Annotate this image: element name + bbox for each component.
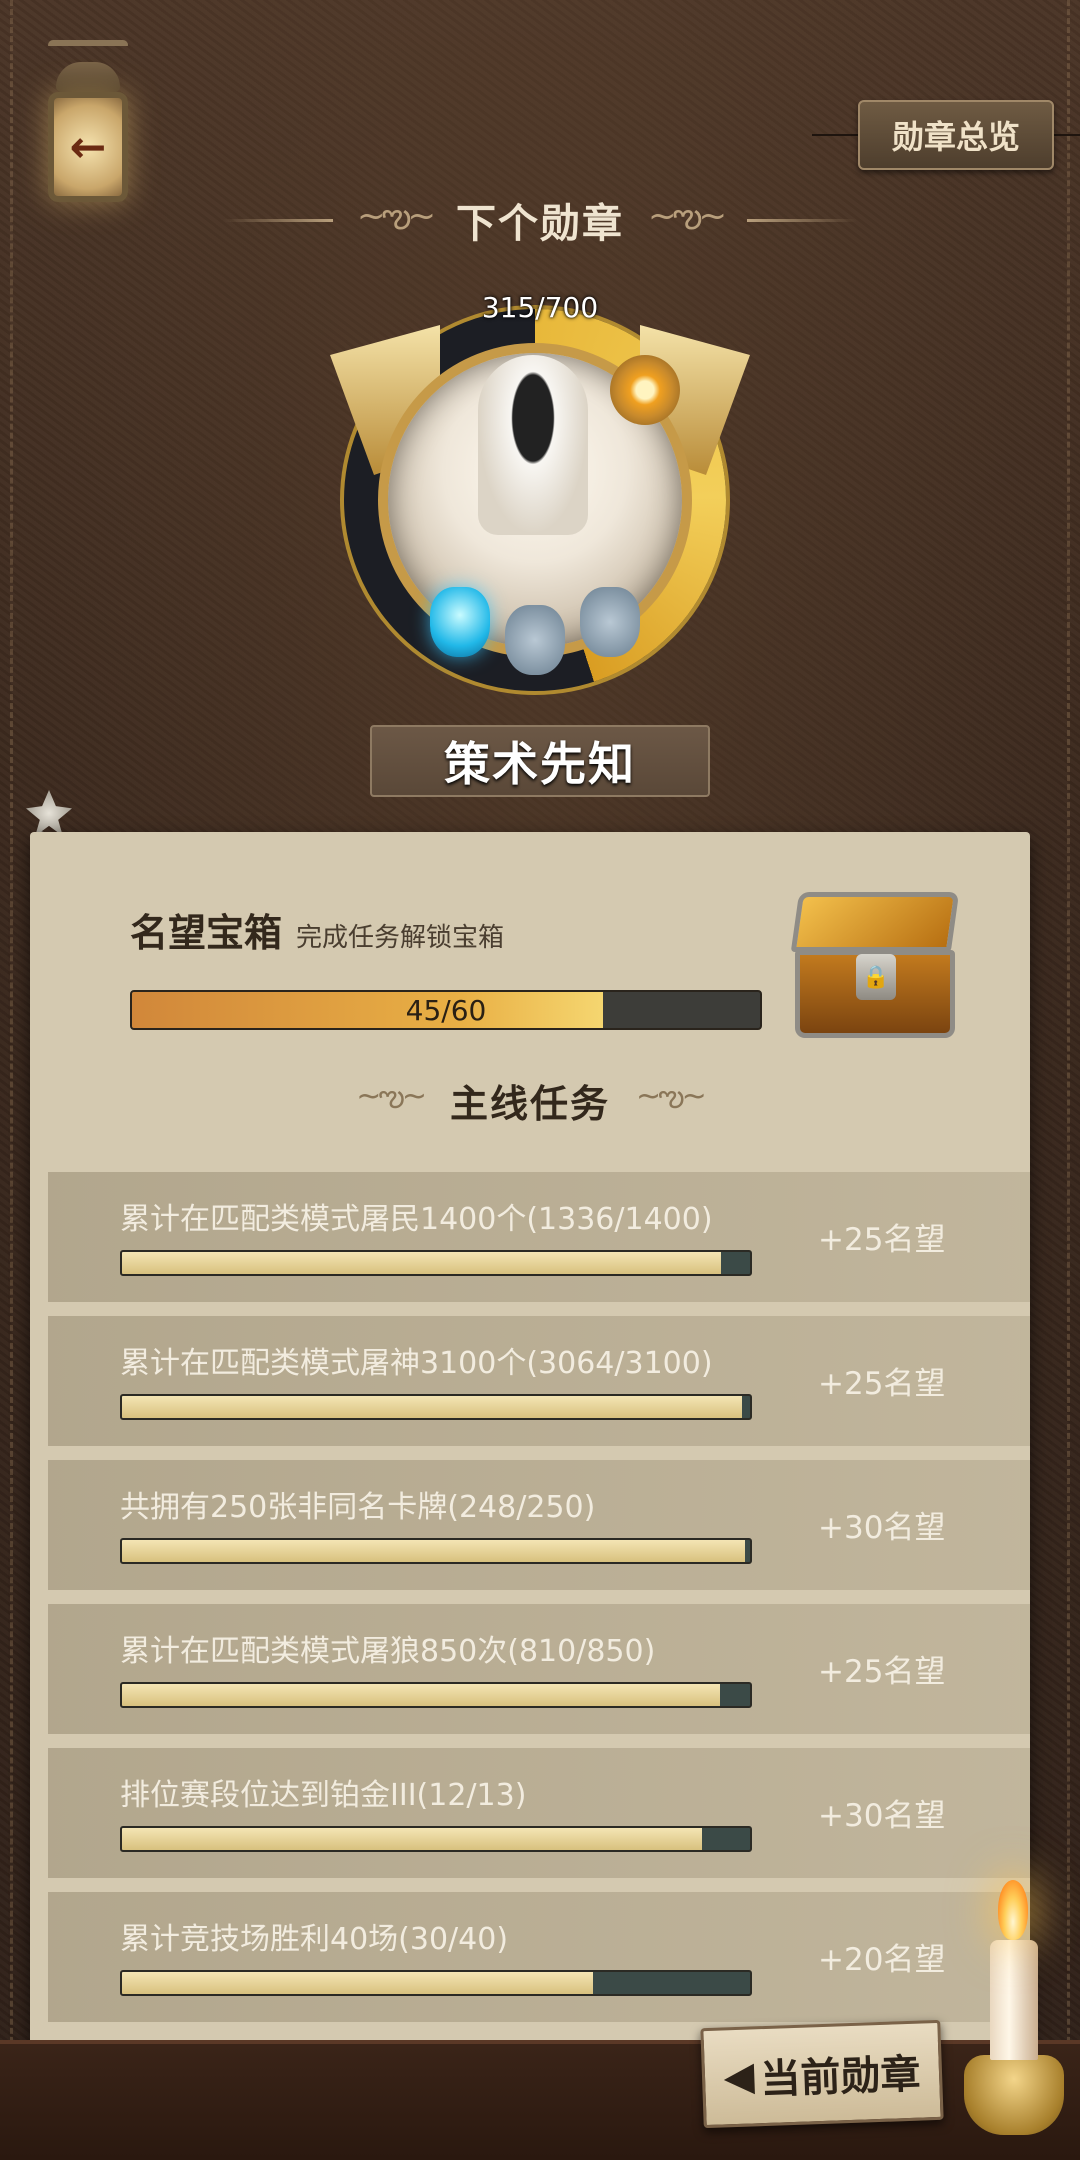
back-button[interactable]: ← — [38, 40, 138, 210]
quest-progress-bar — [120, 1826, 752, 1852]
treasure-chest-icon[interactable]: 🔒 — [790, 892, 960, 1042]
next-medal-heading: ~ఌ~ 下个勋章 ~ఌ~ — [0, 195, 1080, 247]
current-medal-button[interactable]: ◀ 当前勋章 — [700, 2019, 944, 2129]
lantern-body: ← — [48, 92, 128, 202]
chest-lid — [790, 892, 960, 952]
candle-holder — [964, 2055, 1064, 2135]
reputation-progress-bar: 45/60 — [130, 990, 762, 1030]
quest-progress-bar — [120, 1538, 752, 1564]
quest-name: 累计在匹配类模式屠狼850次(810/850) — [120, 1634, 656, 1669]
flourish-line-left — [223, 218, 334, 222]
quest-progress-fill — [122, 1396, 743, 1418]
golden-staff-icon — [610, 355, 680, 425]
candle-icon — [960, 1880, 1070, 2140]
grey-crystal-icon — [580, 587, 640, 657]
reputation-box-subtitle: 完成任务解锁宝箱 — [296, 923, 505, 953]
medal-name-plate: 策术先知 — [370, 725, 710, 797]
quest-name: 累计竞技场胜利40场(30/40) — [120, 1922, 509, 1957]
overview-rope-right — [1054, 134, 1080, 136]
quest-progress-fill — [122, 1540, 745, 1562]
medal-overview-label: 勋章总览 — [891, 118, 1020, 156]
quest-progress-bar — [120, 1682, 752, 1708]
flourish-right-icon: ~ఌ~ — [648, 196, 727, 236]
quest-progress-bar — [120, 1394, 752, 1420]
quest-name: 累计在匹配类模式屠民1400个(1336/1400) — [120, 1202, 713, 1237]
quest-reward: +25名望 — [818, 1366, 946, 1402]
quest-row[interactable]: 累计在匹配类模式屠民1400个(1336/1400) +25名望 — [48, 1172, 1030, 1302]
next-medal-title: 下个勋章 — [456, 201, 624, 247]
reputation-box-title: 名望宝箱 — [130, 911, 283, 955]
quest-progress-fill — [122, 1828, 702, 1850]
quest-row[interactable]: 累计在匹配类模式屠神3100个(3064/3100) +25名望 — [48, 1316, 1030, 1446]
quest-reward: +20名望 — [818, 1942, 946, 1978]
flourish-left-icon: ~ఌ~ — [357, 196, 436, 236]
quest-name: 累计在匹配类模式屠神3100个(3064/3100) — [120, 1346, 713, 1381]
back-arrow-icon: ← — [69, 121, 107, 173]
quest-name: 共拥有250张非同名卡牌(248/250) — [120, 1490, 596, 1525]
lantern-hook — [48, 40, 128, 50]
reputation-progress-text: 45/60 — [405, 993, 487, 1027]
flourish-left-icon: ~ఌ~ — [356, 1079, 427, 1114]
quest-reward: +25名望 — [818, 1222, 946, 1258]
quest-progress-bar — [120, 1250, 752, 1276]
quest-row[interactable]: 累计在匹配类模式屠狼850次(810/850) +25名望 — [48, 1604, 1030, 1734]
quest-name: 排位赛段位达到铂金III(12/13) — [120, 1778, 527, 1813]
quest-reward: +25名望 — [818, 1654, 946, 1690]
flourish-line-right — [746, 218, 857, 222]
medal-overview-button[interactable]: 勋章总览 — [858, 100, 1054, 170]
quest-row[interactable]: 排位赛段位达到铂金III(12/13) +30名望 — [48, 1748, 1030, 1878]
blue-crystal-icon — [430, 587, 490, 657]
lock-icon: 🔒 — [856, 954, 896, 1000]
pin-head — [26, 790, 72, 836]
lantern-cap — [56, 62, 120, 92]
main-quest-title: 主线任务 — [449, 1081, 610, 1126]
medal-progress-count: 315/700 — [481, 291, 599, 324]
candle-flame — [998, 1880, 1028, 1940]
quest-list: 累计在匹配类模式屠民1400个(1336/1400) +25名望 累计在匹配类模式屠… — [48, 1172, 1030, 2036]
reputation-box-heading: 名望宝箱 完成任务解锁宝箱 — [130, 902, 504, 957]
quest-parchment-panel: 名望宝箱 完成任务解锁宝箱 45/60 🔒 ~ఌ~ 主线任务 ~ఌ~ 累计在匹配… — [30, 832, 1030, 2047]
current-medal-label: 当前勋章 — [759, 2051, 922, 2104]
quest-reward: +30名望 — [818, 1798, 946, 1834]
next-medal-badge[interactable]: 315/700 — [330, 291, 750, 695]
flourish-right-icon: ~ఌ~ — [636, 1079, 707, 1114]
quest-progress-bar — [120, 1970, 752, 1996]
left-arrow-icon: ◀ — [722, 2053, 756, 2101]
candle-wax — [990, 1940, 1038, 2060]
quest-reward: +30名望 — [818, 1510, 946, 1546]
medal-name: 策术先知 — [444, 737, 636, 791]
overview-rope-left — [812, 134, 858, 136]
hooded-prophet-icon — [478, 355, 588, 535]
quest-progress-fill — [122, 1972, 593, 1994]
main-quest-heading: ~ఌ~ 主线任务 ~ఌ~ — [30, 1070, 1030, 1130]
quest-row[interactable]: 共拥有250张非同名卡牌(248/250) +30名望 — [48, 1460, 1030, 1590]
grey-crystal-icon — [505, 605, 565, 675]
quest-progress-fill — [122, 1684, 721, 1706]
quest-row[interactable]: 累计竞技场胜利40场(30/40) +20名望 — [48, 1892, 1030, 2022]
quest-progress-fill — [122, 1252, 722, 1274]
